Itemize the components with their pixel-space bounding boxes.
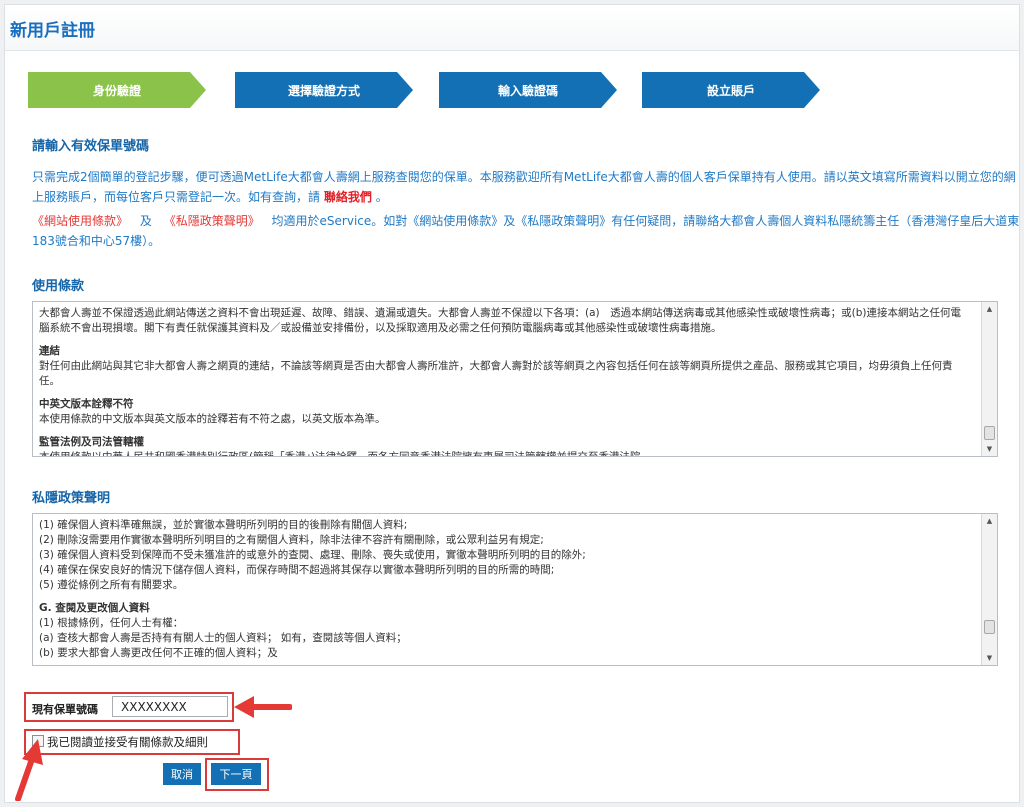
body-line: (1) 確保個人資料準確無誤，並於實徹本聲明所列明的目的後刪除有關個人資料;	[39, 519, 408, 531]
intro-paragraph: 只需完成2個簡單的登記步驟，便可透過MetLife大都會人壽網上服務查閱您的保單…	[32, 167, 1020, 207]
policy-number-heading: 請輸入有效保單號碼	[32, 139, 150, 154]
scroll-down-icon[interactable]: ▼	[982, 651, 997, 665]
terms-of-use-link[interactable]: 《網站使用條款》	[32, 214, 128, 228]
policy-number-input[interactable]	[112, 696, 228, 717]
section-subheading: G. 查閱及更改個人資料	[39, 602, 150, 614]
arrow-pointing-to-input-icon	[234, 696, 292, 718]
section-subheading: 連結	[39, 345, 60, 357]
contact-us-link[interactable]: 聯絡我們	[324, 190, 372, 204]
body-line: (5) 遵從條例之所有有關要求。	[39, 579, 184, 591]
scroll-up-icon[interactable]: ▲	[982, 514, 997, 528]
privacy-scroll-box[interactable]: (1) 確保個人資料準確無誤，並於實徹本聲明所列明的目的後刪除有關個人資料; (2…	[32, 513, 998, 666]
next-button[interactable]: 下一頁	[211, 763, 261, 785]
and-text: 及	[139, 214, 152, 228]
terms-heading: 使用條款	[32, 279, 85, 294]
body-line: (3) 確保個人資料受到保障而不受未獲准許的或意外的查閱、處理、刪除、喪失或使用…	[39, 549, 586, 561]
section-subheading: 中英文版本詮釋不符	[39, 398, 134, 410]
terms-scrollbar[interactable]: ▲ ▼	[981, 302, 997, 456]
cancel-button[interactable]: 取消	[163, 763, 201, 785]
privacy-policy-link[interactable]: 《私隱政策聲明》	[164, 214, 260, 228]
body-line: (4) 確保在保安良好的情況下儲存個人資料，而保存時間不超過將其保存以實徹本聲明…	[39, 564, 555, 576]
agree-label: 我已閱讀並接受有關條款及細則	[47, 735, 208, 749]
scroll-down-icon[interactable]: ▼	[982, 442, 997, 456]
body-line: 本使用條款以中華人民共和國香港特別行政區(簡稱「香港」)法律詮釋，而各方同意香港…	[39, 451, 651, 457]
intro-text: 只需完成2個簡單的登記步驟，便可透過MetLife大都會人壽網上服務查閱您的保單…	[32, 170, 1016, 204]
page-header	[5, 5, 1019, 51]
body-line: 對任何由此網站與其它非大都會人壽之網頁的連結，不論該等網頁是否由大都會人壽所准許…	[39, 360, 953, 372]
step-create-account: 設立賬戶	[642, 72, 820, 108]
privacy-scrollbar[interactable]: ▲ ▼	[981, 514, 997, 665]
scroll-up-icon[interactable]: ▲	[982, 302, 997, 316]
intro-text-end: 。	[375, 190, 388, 204]
body-line: 大都會人壽並不保證透過此網站傳送之資料不會出現延遲、故障、錯誤、遺漏或遺失。大都…	[39, 307, 961, 319]
policy-number-label: 現有保單號碼	[32, 703, 98, 716]
privacy-heading: 私隱政策聲明	[32, 491, 111, 506]
terms-scroll-box[interactable]: 大都會人壽並不保證透過此網站傳送之資料不會出現延遲、故障、錯誤、遺漏或遺失。大都…	[32, 301, 998, 457]
body-line: 本使用條款的中文版本與英文版本的詮釋若有不符之處，以英文版本為準。	[39, 413, 386, 425]
body-line: 腦系統不會出現損壞。閣下有責任就保護其資料及／或設備並安排備份，以及採取適用及必…	[39, 322, 722, 334]
privacy-content: (1) 確保個人資料準確無誤，並於實徹本聲明所列明的目的後刪除有關個人資料; (2…	[39, 518, 973, 661]
scroll-thumb[interactable]	[984, 426, 995, 440]
arrow-pointing-to-checkbox-icon	[15, 739, 43, 801]
body-line: (a) 查核大都會人壽是否持有有關人士的個人資料； 如有，查閱該等個人資料；	[39, 632, 407, 644]
step-identity-verification: 身份驗證	[28, 72, 206, 108]
body-line: (2) 刪除沒需要用作實徹本聲明所列明目的之有關個人資料，除非法律不容許有關刪除…	[39, 534, 544, 546]
section-subheading: 監管法例及司法管轄權	[39, 436, 144, 448]
scroll-thumb[interactable]	[984, 620, 995, 634]
body-line: (b) 要求大都會人壽更改任何不正確的個人資料；及	[39, 647, 278, 659]
body-line: (1) 根據條例，任何人士有權：	[39, 617, 184, 629]
step-enter-verification-code: 輸入驗證碼	[439, 72, 617, 108]
policy-notice: 《網站使用條款》 及 《私隱政策聲明》 均適用於eService。如對《網站使用…	[32, 211, 1020, 251]
step-choose-verification-method: 選擇驗證方式	[235, 72, 413, 108]
terms-content: 大都會人壽並不保證透過此網站傳送之資料不會出現延遲、故障、錯誤、遺漏或遺失。大都…	[39, 306, 973, 457]
page-title: 新用戶註冊	[10, 21, 95, 41]
body-line: 任。	[39, 375, 60, 387]
